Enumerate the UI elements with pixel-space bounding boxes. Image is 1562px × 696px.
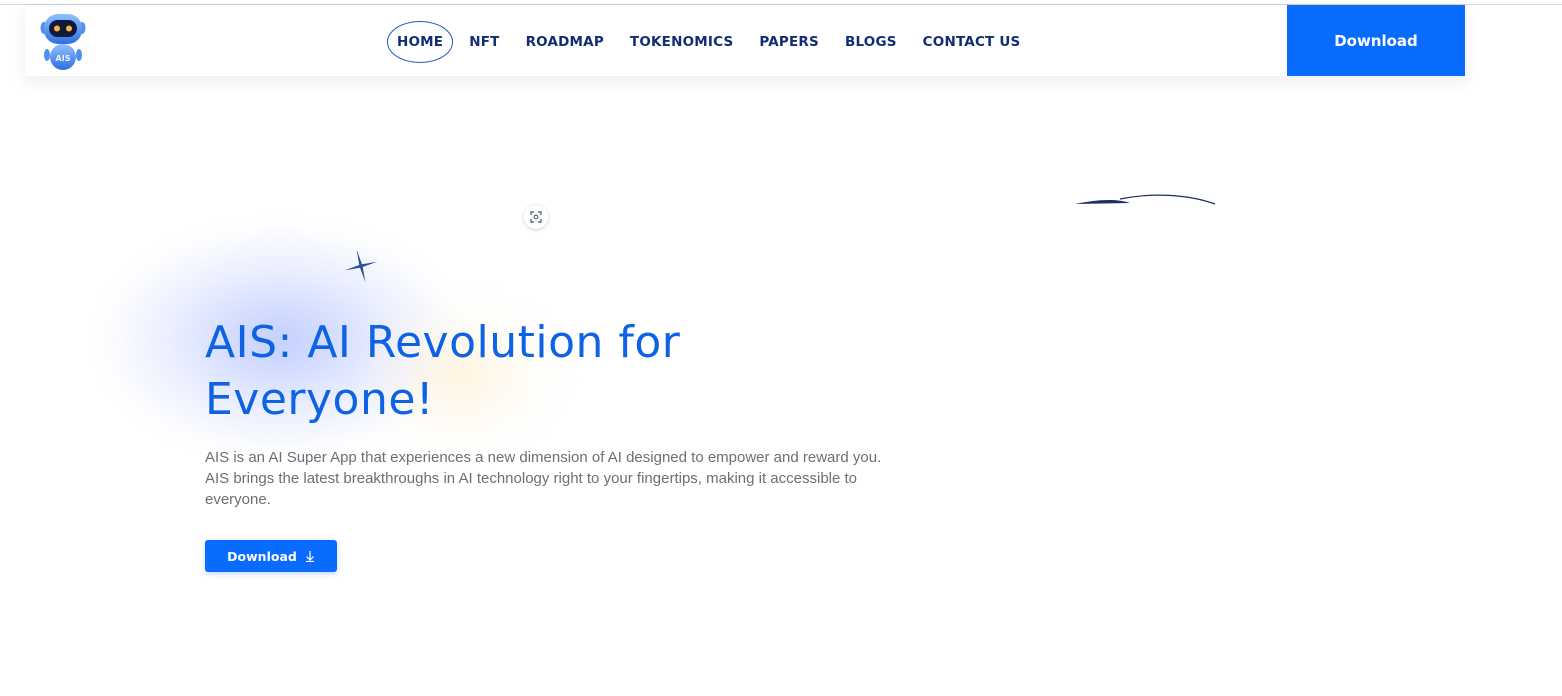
hero-title: AIS: AI Revolution for Everyone!: [205, 317, 681, 425]
robot-icon: AIS: [40, 14, 86, 70]
nav-item-blogs[interactable]: BLOGS: [845, 34, 897, 50]
logo-text: AIS: [56, 54, 71, 63]
scan-button[interactable]: [524, 205, 548, 229]
nav-item-home[interactable]: HOME: [387, 21, 454, 63]
site-logo[interactable]: AIS: [40, 11, 86, 71]
main-nav: HOME NFT ROADMAP TOKENOMICS PAPERS BLOGS…: [387, 21, 1046, 63]
hero-description: AIS is an AI Super App that experiences …: [205, 449, 882, 508]
decorative-swoosh: [1075, 194, 1216, 205]
sparkle-icon: [344, 249, 378, 283]
arrow-down-icon: [305, 551, 314, 562]
site-header: AIS HOME NFT ROADMAP TOKENOMICS PAPERS B…: [25, 5, 1465, 76]
hero-download-label: Download: [227, 548, 297, 564]
scan-icon: [530, 211, 542, 223]
nav-item-tokenomics[interactable]: TOKENOMICS: [630, 34, 733, 50]
header-download-button[interactable]: Download: [1287, 5, 1465, 76]
hero-download-button[interactable]: Download: [205, 540, 337, 572]
nav-item-contact-us[interactable]: CONTACT US: [923, 34, 1021, 50]
nav-item-roadmap[interactable]: ROADMAP: [526, 34, 604, 50]
nav-item-papers[interactable]: PAPERS: [759, 34, 819, 50]
nav-item-nft[interactable]: NFT: [469, 34, 499, 50]
